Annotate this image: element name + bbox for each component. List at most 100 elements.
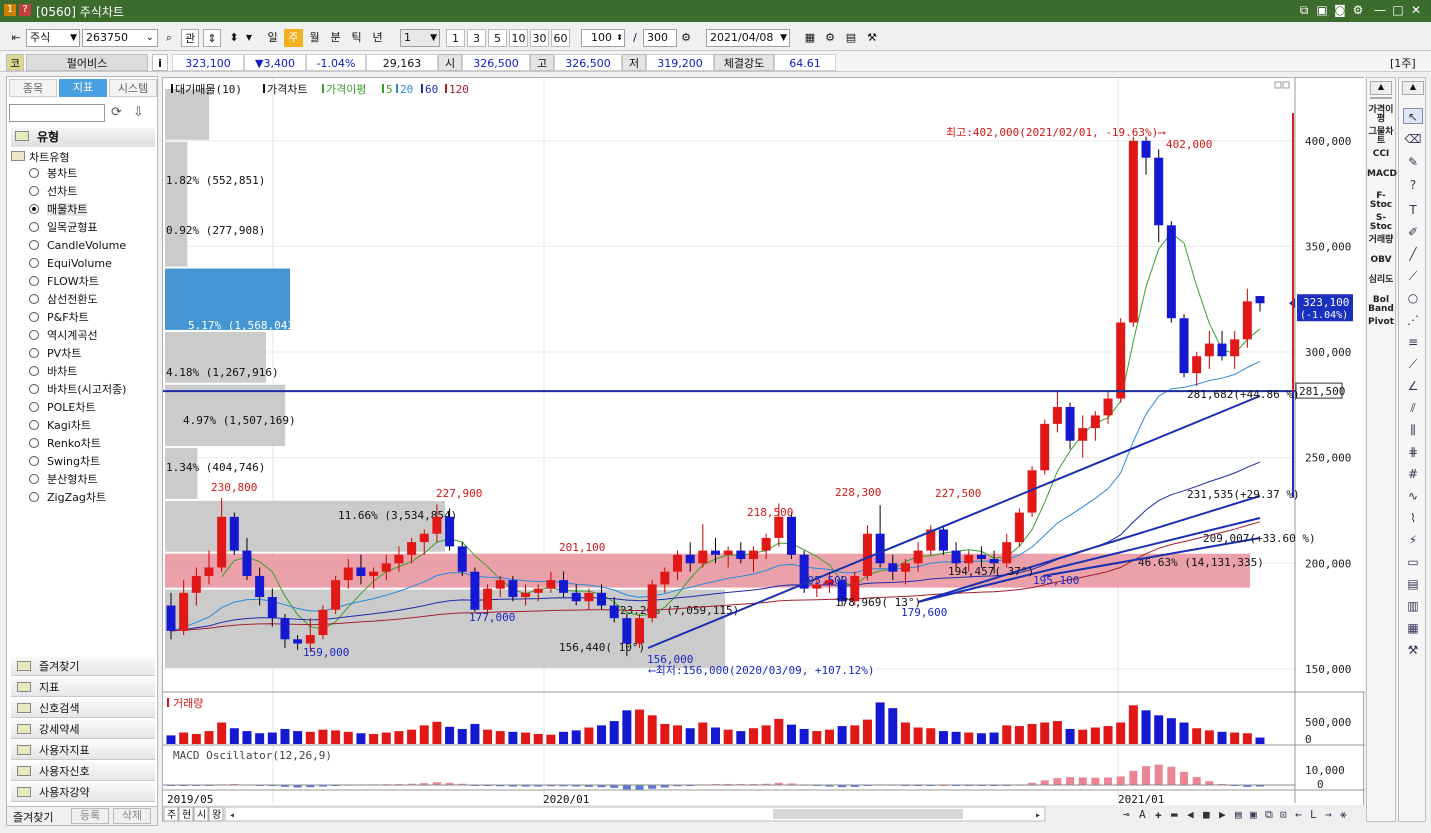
parallel-icon[interactable]: ⫽	[1403, 400, 1423, 416]
channel-icon[interactable]: ≡	[1403, 334, 1423, 350]
cursor-icon[interactable]: ↖	[1403, 108, 1423, 124]
chart-type-0[interactable]: 봉차트	[29, 165, 77, 182]
chart-type-12[interactable]: 바차트(시고저종)	[29, 381, 126, 398]
candle-body[interactable]	[736, 550, 746, 560]
tools-icon[interactable]: ⚒	[864, 29, 880, 47]
indicator-button-6[interactable]: 거래량	[1367, 236, 1395, 245]
all-erase-icon[interactable]: ✎	[1403, 154, 1423, 170]
candle-body[interactable]	[179, 592, 189, 631]
total-input[interactable]: 300	[643, 29, 677, 47]
tab-system[interactable]: 시스템	[109, 79, 157, 97]
tab-indicators[interactable]: 지표	[59, 79, 107, 97]
interval-button-60[interactable]: 60	[551, 29, 570, 47]
fib-icon[interactable]: ⫼	[1403, 422, 1423, 438]
candle-body[interactable]	[1002, 542, 1012, 564]
candle-body[interactable]	[331, 580, 341, 610]
candle-body[interactable]	[255, 575, 265, 598]
scroll-up-tools-icon[interactable]: ▲	[1402, 81, 1424, 95]
candle-body[interactable]	[1255, 296, 1265, 304]
delete-button[interactable]: 삭제	[113, 808, 151, 824]
candle-body[interactable]	[305, 635, 315, 644]
chart-type-15[interactable]: Renko차트	[29, 435, 101, 452]
circle-icon[interactable]: ○	[1403, 290, 1423, 306]
refresh-icon[interactable]: ⟳	[111, 105, 122, 120]
candle-body[interactable]	[1154, 157, 1164, 226]
gwan-button[interactable]: 관	[181, 29, 199, 47]
candle-body[interactable]	[1217, 343, 1227, 357]
candle-body[interactable]	[774, 516, 784, 538]
tree-chart-types[interactable]: 차트유형	[11, 149, 69, 165]
candle-body[interactable]	[229, 516, 239, 551]
candle-body[interactable]	[673, 554, 683, 572]
chart-type-13[interactable]: POLE차트	[29, 399, 96, 416]
wrench-icon[interactable]: ⚒	[1403, 642, 1423, 658]
radio-icon[interactable]	[29, 438, 39, 448]
candle-body[interactable]	[964, 554, 974, 564]
candle-body[interactable]	[546, 580, 556, 589]
candle-body[interactable]	[1204, 343, 1214, 357]
candle-body[interactable]	[875, 533, 885, 564]
candle-body[interactable]	[976, 554, 986, 560]
radio-icon[interactable]	[29, 312, 39, 322]
indicator-button-7[interactable]: OBV	[1367, 256, 1395, 265]
radio-icon[interactable]	[29, 330, 39, 340]
folder-2[interactable]: 신호검색	[11, 699, 155, 718]
chart-type-9[interactable]: 역시계곡선	[29, 327, 98, 344]
interval-select[interactable]: 1 ▼	[400, 29, 440, 47]
period-button-2[interactable]: 월	[305, 29, 324, 47]
period-button-5[interactable]: 년	[368, 29, 387, 47]
candle-body[interactable]	[457, 546, 467, 572]
chart-type-3[interactable]: 일목균형표	[29, 219, 98, 236]
chart-type-16[interactable]: Swing차트	[29, 453, 100, 470]
candle-body[interactable]	[318, 609, 328, 636]
indicator-button-4[interactable]: F-Stoc	[1367, 192, 1395, 210]
candle-body[interactable]	[419, 533, 429, 543]
window-icon[interactable]: ▭	[1403, 554, 1423, 570]
question-icon[interactable]: ?	[1403, 177, 1423, 193]
radio-icon[interactable]	[29, 276, 39, 286]
candle-body[interactable]	[495, 580, 505, 589]
count-input[interactable]: 100 ⬍	[581, 29, 625, 47]
eraser-icon[interactable]: ⌫	[1403, 131, 1423, 147]
chart-type-6[interactable]: FLOW차트	[29, 273, 99, 290]
radio-icon[interactable]	[29, 366, 39, 376]
candle-body[interactable]	[622, 618, 632, 644]
tab-stocks[interactable]: 종목	[9, 79, 57, 97]
chart-type-17[interactable]: 분산형차트	[29, 471, 98, 488]
period-button-3[interactable]: 분	[326, 29, 345, 47]
chart-settings-icon[interactable]: ▦	[802, 29, 818, 47]
cycle-icon[interactable]: ⌇	[1403, 510, 1423, 526]
indicator-button-0[interactable]: 가격이평	[1367, 106, 1395, 124]
radio-icon[interactable]	[29, 384, 39, 394]
stepper-icon[interactable]: ⬍	[225, 29, 243, 47]
info-icon[interactable]: i	[152, 54, 168, 71]
candle-body[interactable]	[407, 542, 417, 555]
period-button-1[interactable]: 주	[284, 29, 303, 47]
radio-icon[interactable]	[29, 420, 39, 430]
indicator-search-input[interactable]	[9, 104, 105, 122]
chart-type-1[interactable]: 선차트	[29, 183, 77, 200]
candle-body[interactable]	[1230, 339, 1240, 357]
radio-icon[interactable]	[29, 186, 39, 196]
interval-button-3[interactable]: 3	[467, 29, 486, 47]
save-icon[interactable]: ▤	[843, 29, 859, 47]
auto-icon[interactable]: ⚡	[1403, 532, 1423, 548]
candle-body[interactable]	[166, 605, 176, 631]
candle-body[interactable]	[369, 571, 379, 576]
candle-body[interactable]	[609, 605, 619, 619]
candle-body[interactable]	[1179, 318, 1189, 374]
tab-favorites[interactable]: 즐겨찾기	[13, 809, 53, 825]
indicator-button-10[interactable]: Pivot	[1367, 318, 1395, 327]
interval-button-5[interactable]: 5	[488, 29, 507, 47]
maximize-icon[interactable]: □	[1390, 2, 1406, 18]
line-icon[interactable]: ╱	[1403, 246, 1423, 262]
candle-body[interactable]	[356, 567, 366, 576]
candle-body[interactable]	[1065, 406, 1075, 441]
search-icon[interactable]: ⌕	[161, 29, 177, 47]
chart-type-5[interactable]: EquiVolume	[29, 255, 112, 272]
candle-body[interactable]	[508, 580, 518, 598]
angle-icon[interactable]: ∠	[1403, 378, 1423, 394]
bar-chart-icon[interactable]: ▥	[1403, 598, 1423, 614]
scroll-up-icon[interactable]: ▲	[1370, 81, 1392, 95]
price-chart-svg[interactable]: 400,000 350,000 300,000 250,000 200,000 150,0…	[163, 78, 1365, 823]
